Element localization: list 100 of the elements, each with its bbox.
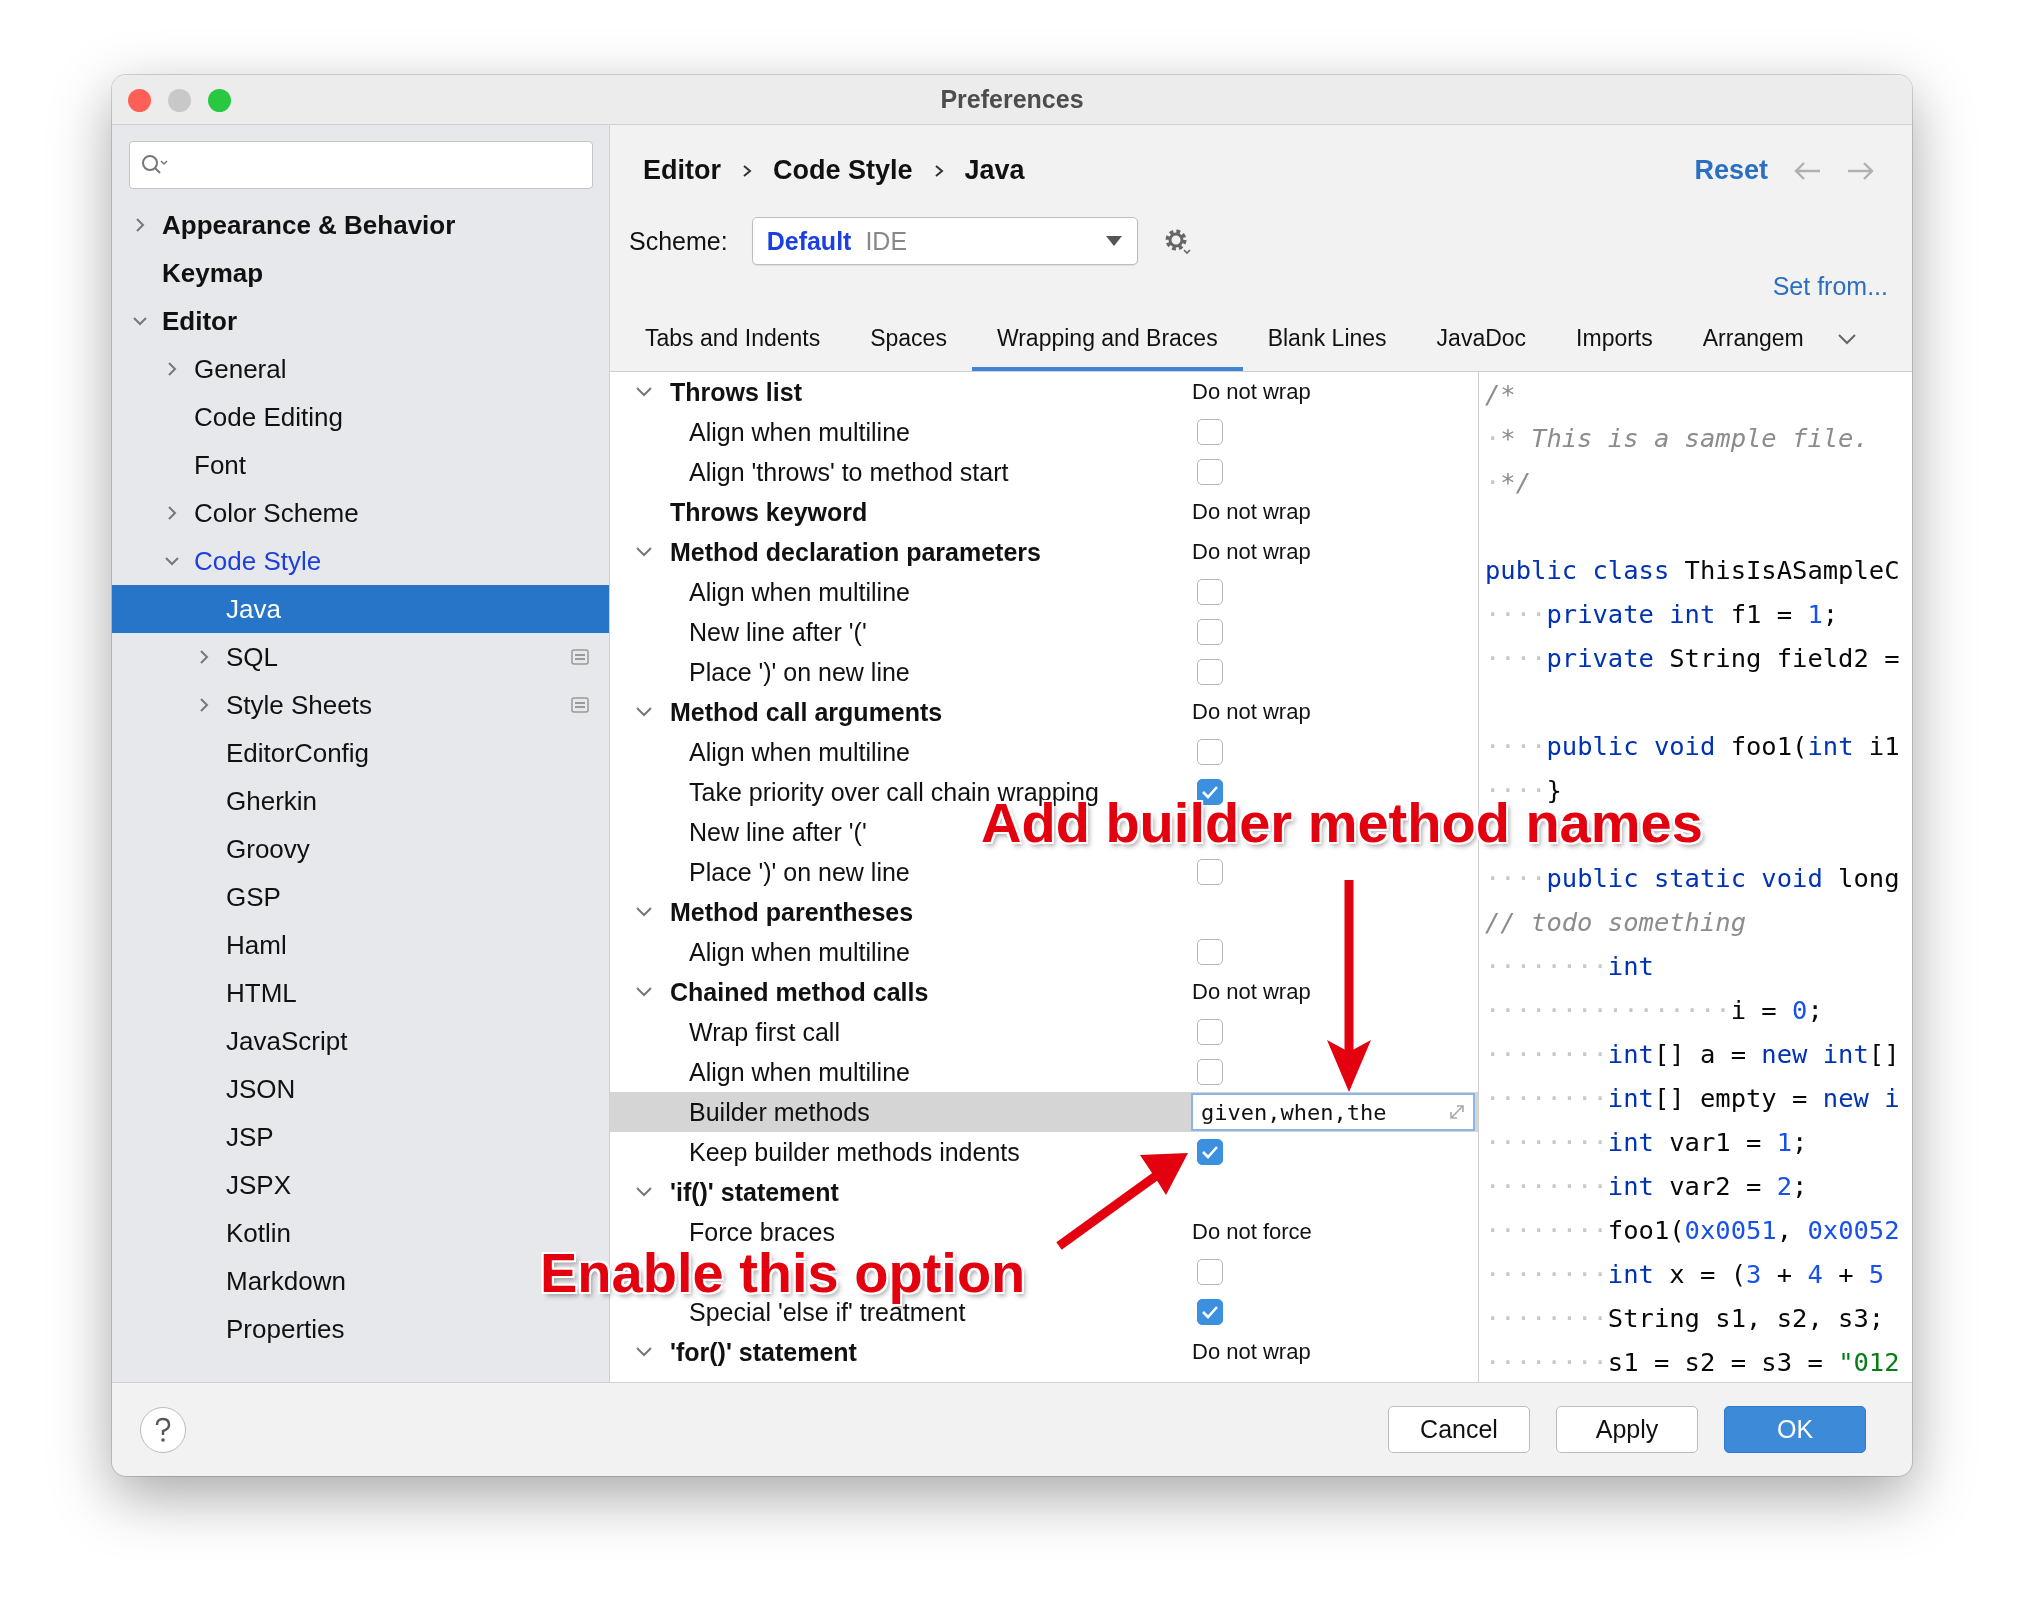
close-button[interactable] xyxy=(128,89,151,112)
code-line: ········String s1, s2, s3; xyxy=(1485,1302,1886,1335)
help-button[interactable] xyxy=(140,1406,186,1453)
checkbox[interactable] xyxy=(1197,739,1223,765)
option-value[interactable]: Do not force xyxy=(1192,1219,1312,1245)
forward-arrow-icon[interactable] xyxy=(1846,159,1876,182)
option-value[interactable]: Do not wrap xyxy=(1192,499,1311,525)
option-label: 'if()' statement xyxy=(670,1177,839,1207)
option-label: Method call arguments xyxy=(670,697,943,727)
sidebar-item[interactable]: JSPX xyxy=(112,1161,609,1209)
dialog-button[interactable]: Cancel xyxy=(1388,1406,1530,1453)
sidebar-item[interactable]: Keymap xyxy=(112,249,609,297)
breadcrumb-item: Code Style xyxy=(773,155,913,186)
checkbox[interactable] xyxy=(1197,1019,1223,1045)
option-label: Align when multiline xyxy=(689,577,910,607)
code-line: // todo something xyxy=(1485,906,1747,939)
sidebar-item[interactable]: EditorConfig xyxy=(112,729,609,777)
checkbox[interactable] xyxy=(1197,459,1223,485)
sidebar-item[interactable]: JSON xyxy=(112,1065,609,1113)
expand-icon[interactable] xyxy=(1447,1102,1467,1122)
sidebar-item[interactable]: HTML xyxy=(112,969,609,1017)
chevron-down-icon[interactable] xyxy=(635,1186,653,1198)
checkmark-icon xyxy=(1201,785,1219,799)
chevron-down-icon[interactable] xyxy=(1836,331,1857,346)
chevron-down-icon[interactable] xyxy=(635,706,653,718)
option-value[interactable]: Do not wrap xyxy=(1192,979,1311,1005)
checkbox[interactable] xyxy=(1197,659,1223,685)
option-value[interactable]: Do not wrap xyxy=(1192,699,1311,725)
tab[interactable]: Spaces xyxy=(845,306,972,371)
option-label: Align when multiline xyxy=(689,417,910,447)
sidebar-item[interactable]: General xyxy=(112,345,609,393)
checkbox[interactable] xyxy=(1197,1139,1223,1165)
sidebar-item[interactable]: Code Editing xyxy=(112,393,609,441)
chevron-down-icon[interactable] xyxy=(635,386,653,398)
option-label: Align when multiline xyxy=(689,1057,910,1087)
chevron-down-icon[interactable] xyxy=(635,1346,653,1358)
scheme-label: Scheme: xyxy=(629,226,728,256)
window-title: Preferences xyxy=(940,85,1084,114)
ok-button[interactable]: OK xyxy=(1724,1406,1866,1453)
breadcrumb-item: Java xyxy=(964,155,1025,186)
sidebar-item[interactable]: Java xyxy=(112,585,609,633)
tab[interactable]: Blank Lines xyxy=(1242,306,1412,371)
scheme-dropdown[interactable]: Default IDE xyxy=(751,217,1138,265)
code-line: ·*/ xyxy=(1485,466,1533,499)
option-value[interactable]: Do not wrap xyxy=(1192,539,1311,565)
option-label: Align when multiline xyxy=(689,937,910,967)
code-line: ····private int f1 = 1; xyxy=(1485,598,1840,631)
set-from-link[interactable]: Set from... xyxy=(1772,271,1888,301)
zoom-button[interactable] xyxy=(208,89,231,112)
back-arrow-icon[interactable] xyxy=(1792,159,1822,182)
sidebar-item[interactable]: Editor xyxy=(112,297,609,345)
checkbox[interactable] xyxy=(1197,419,1223,445)
checkbox[interactable] xyxy=(1197,939,1223,965)
sidebar-item[interactable]: Code Style xyxy=(112,537,609,585)
dialog-button[interactable]: Apply xyxy=(1556,1406,1698,1453)
option-value[interactable]: Do not wrap xyxy=(1192,379,1311,405)
sidebar-item[interactable]: Font xyxy=(112,441,609,489)
option-value[interactable]: Do not wrap xyxy=(1192,1339,1311,1365)
option-label: Place ')' on new line xyxy=(689,857,910,887)
option-label: Throws keyword xyxy=(670,497,868,527)
input-field[interactable]: given,when,the xyxy=(1191,1093,1475,1131)
option-label: Force braces xyxy=(689,1217,835,1247)
code-line: ········int[] a = new int[] xyxy=(1485,1038,1901,1071)
sidebar-item[interactable]: Haml xyxy=(112,921,609,969)
search-field[interactable] xyxy=(129,141,593,189)
option-label: Throws list xyxy=(670,377,802,407)
code-line: ················i = 0; xyxy=(1485,994,1824,1027)
sidebar-item[interactable]: Properties xyxy=(112,1305,609,1353)
checkmark-icon xyxy=(1201,1305,1219,1319)
sidebar-item[interactable]: JavaScript xyxy=(112,1017,609,1065)
sidebar-item[interactable]: GSP xyxy=(112,873,609,921)
chevron-down-icon[interactable] xyxy=(635,546,653,558)
sidebar-item[interactable]: JSP xyxy=(112,1113,609,1161)
chevron-down-icon[interactable] xyxy=(635,986,653,998)
sidebar-item[interactable]: SQL xyxy=(112,633,609,681)
question-icon xyxy=(153,1416,173,1443)
reset-link[interactable]: Reset xyxy=(1694,155,1768,186)
tab[interactable]: Imports xyxy=(1551,306,1678,371)
checkbox[interactable] xyxy=(1197,859,1223,885)
tab[interactable]: Tabs and Indents xyxy=(620,306,846,371)
tab[interactable]: JavaDoc xyxy=(1411,306,1552,371)
option-label: Method declaration parameters xyxy=(670,537,1041,567)
checkbox[interactable] xyxy=(1197,1259,1223,1285)
checkbox[interactable] xyxy=(1197,619,1223,645)
sidebar-item[interactable]: Style Sheets xyxy=(112,681,609,729)
code-line: ····public void foo1(int i1 xyxy=(1485,730,1901,763)
chevron-down-icon[interactable] xyxy=(635,906,653,918)
code-line: ········int var2 = 2; xyxy=(1485,1170,1809,1203)
sidebar-item[interactable]: Color Scheme xyxy=(112,489,609,537)
caret-icon xyxy=(1104,235,1123,247)
checkbox[interactable] xyxy=(1197,1059,1223,1085)
sidebar-item[interactable]: Appearance & Behavior xyxy=(112,201,609,249)
code-line: /* xyxy=(1485,378,1517,411)
code-line: ········s1 = s2 = s3 = "012 xyxy=(1485,1346,1901,1379)
sidebar-item[interactable]: Groovy xyxy=(112,825,609,873)
code-line: ········int var1 = 1; xyxy=(1485,1126,1809,1159)
checkbox[interactable] xyxy=(1197,579,1223,605)
checkbox[interactable] xyxy=(1197,1299,1223,1325)
tab[interactable]: Arrangem xyxy=(1677,306,1829,371)
sidebar-item[interactable]: Gherkin xyxy=(112,777,609,825)
